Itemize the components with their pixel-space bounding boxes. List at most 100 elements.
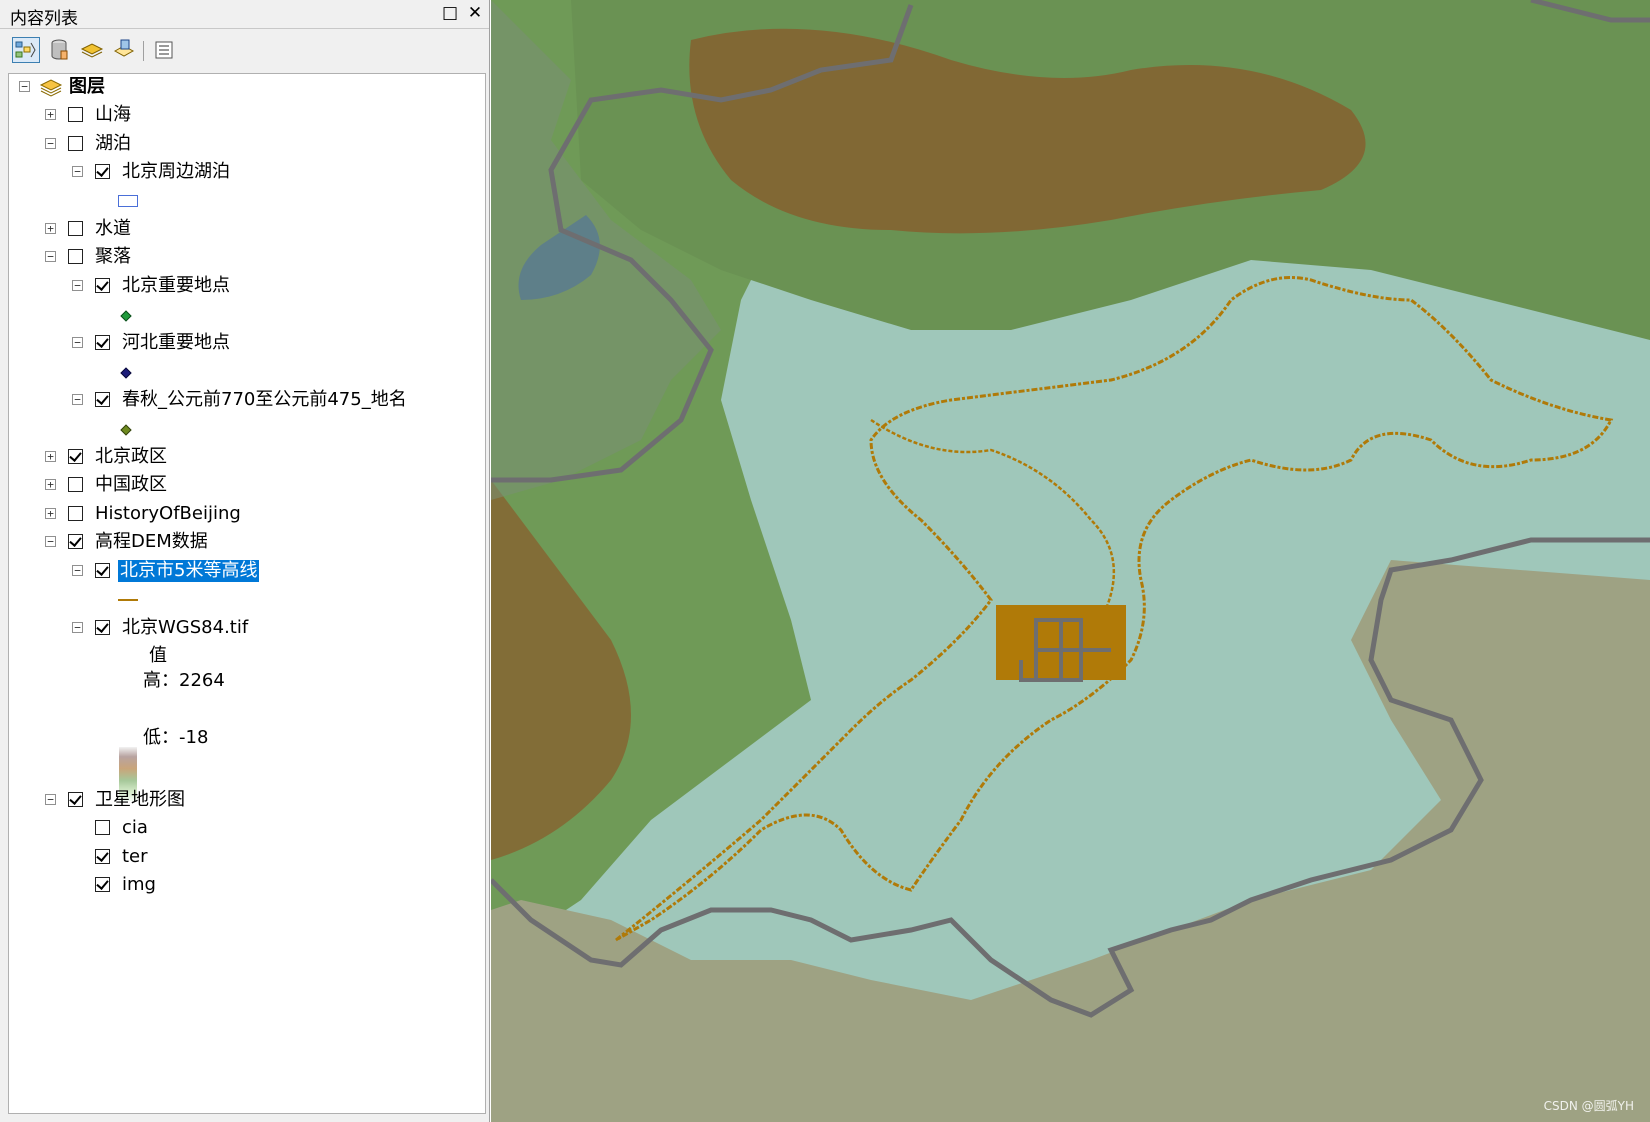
tree-row-beijing-lakes: − 北京周边湖泊: [9, 159, 485, 187]
tree-row-chunqiu: − 春秋_公元前770至公元前475_地名: [9, 387, 485, 415]
layer-label[interactable]: img: [120, 874, 158, 896]
tree-row-dem: − 高程DEM数据: [9, 529, 485, 557]
visibility-checkbox[interactable]: [68, 221, 83, 236]
point-symbol-icon: [120, 367, 132, 379]
layer-label[interactable]: ter: [120, 846, 150, 868]
panel-title: 内容列表: [10, 9, 78, 29]
tree-row-bj-places: − 北京重要地点: [9, 273, 485, 301]
layer-label[interactable]: 北京WGS84.tif: [120, 617, 250, 639]
layer-label[interactable]: 河北重要地点: [120, 332, 232, 354]
point-symbol-icon: [120, 424, 132, 436]
line-symbol-icon: [118, 599, 138, 601]
list-by-drawing-order-icon[interactable]: [12, 37, 40, 63]
collapse-icon[interactable]: −: [72, 394, 83, 405]
layer-label[interactable]: 湖泊: [93, 133, 133, 155]
visibility-checkbox[interactable]: [95, 278, 110, 293]
tree-row-contour: − 北京市5米等高线: [9, 558, 485, 586]
visibility-checkbox[interactable]: [95, 164, 110, 179]
toc-toolbar: [0, 29, 489, 71]
visibility-checkbox[interactable]: [68, 107, 83, 122]
list-by-source-icon[interactable]: [45, 37, 73, 63]
collapse-icon[interactable]: −: [72, 280, 83, 291]
expand-icon[interactable]: +: [45, 451, 56, 462]
visibility-checkbox[interactable]: [95, 620, 110, 635]
float-window-icon[interactable]: □: [440, 3, 460, 23]
tree-row-hupo: − 湖泊: [9, 131, 485, 159]
collapse-icon[interactable]: −: [72, 337, 83, 348]
tree-row-hb-places: − 河北重要地点: [9, 330, 485, 358]
tree-row-cn-district: + 中国政区: [9, 472, 485, 500]
visibility-checkbox[interactable]: [95, 392, 110, 407]
visibility-checkbox[interactable]: [68, 249, 83, 264]
map-canvas[interactable]: [491, 0, 1650, 1122]
list-by-selection-icon[interactable]: [110, 37, 138, 63]
map-view[interactable]: CSDN @圆弧YH: [491, 0, 1650, 1122]
visibility-checkbox[interactable]: [95, 820, 110, 835]
legend-row-high: 高：2264: [9, 668, 485, 696]
tree-row-img: img: [9, 872, 485, 900]
tree-row-bj-district: + 北京政区: [9, 444, 485, 472]
visibility-checkbox[interactable]: [68, 449, 83, 464]
layer-label-selected[interactable]: 北京市5米等高线: [118, 560, 260, 582]
collapse-icon[interactable]: −: [45, 138, 56, 149]
panel-title-bar: 内容列表 □ ✕: [0, 0, 489, 29]
layer-label[interactable]: 春秋_公元前770至公元前475_地名: [120, 389, 409, 411]
layer-label[interactable]: 中国政区: [93, 474, 169, 496]
toolbar-separator: [143, 41, 144, 61]
close-icon[interactable]: ✕: [465, 3, 485, 23]
legend-row-lake-symbol: [9, 187, 485, 215]
visibility-checkbox[interactable]: [68, 792, 83, 807]
expand-icon[interactable]: +: [45, 109, 56, 120]
layers-icon: [39, 77, 63, 101]
layer-label[interactable]: 北京重要地点: [120, 275, 232, 297]
options-icon[interactable]: [150, 37, 178, 63]
visibility-checkbox[interactable]: [68, 477, 83, 492]
polygon-symbol-icon: [118, 195, 138, 207]
expand-icon[interactable]: +: [45, 223, 56, 234]
point-symbol-icon: [120, 310, 132, 322]
layer-label[interactable]: cia: [120, 817, 150, 839]
collapse-icon[interactable]: −: [45, 251, 56, 262]
watermark-credit: CSDN @圆弧YH: [1543, 1099, 1634, 1113]
layers-root-label[interactable]: 图层: [67, 76, 107, 98]
visibility-checkbox[interactable]: [68, 506, 83, 521]
collapse-icon[interactable]: −: [72, 166, 83, 177]
tree-row-history: + HistoryOfBeijing: [9, 501, 485, 529]
legend-row-hb-places-symbol: [9, 358, 485, 386]
legend-value-header: 值: [149, 645, 167, 666]
layer-label[interactable]: 聚落: [93, 246, 133, 268]
visibility-checkbox[interactable]: [95, 563, 110, 578]
layer-label[interactable]: 卫星地形图: [93, 789, 187, 811]
layer-label[interactable]: 北京政区: [93, 446, 169, 468]
visibility-checkbox[interactable]: [95, 335, 110, 350]
layer-label[interactable]: 水道: [93, 218, 133, 240]
collapse-icon[interactable]: −: [19, 81, 30, 92]
tree-row-ter: ter: [9, 844, 485, 872]
tree-row-tif: − 北京WGS84.tif: [9, 615, 485, 643]
layer-label[interactable]: HistoryOfBeijing: [93, 503, 243, 525]
legend-row-bj-places-symbol: [9, 301, 485, 329]
layer-label[interactable]: 北京周边湖泊: [120, 161, 232, 183]
visibility-checkbox[interactable]: [68, 534, 83, 549]
layer-label[interactable]: 山海: [93, 104, 133, 126]
collapse-icon[interactable]: −: [45, 794, 56, 805]
legend-row-chunqiu-symbol: [9, 415, 485, 443]
legend-row-value-header: 值: [9, 643, 485, 671]
collapse-icon[interactable]: −: [72, 622, 83, 633]
expand-icon[interactable]: +: [45, 508, 56, 519]
tree-row-cia: cia: [9, 815, 485, 843]
tree-row-layers: − 图层: [9, 74, 485, 102]
visibility-checkbox[interactable]: [95, 849, 110, 864]
legend-high-label: 高：2264: [143, 670, 225, 691]
legend-row-low: 低：-18: [9, 725, 485, 753]
legend-row-contour-symbol: [9, 586, 485, 614]
list-by-visibility-icon[interactable]: [78, 37, 106, 63]
tree-row-shuidao: + 水道: [9, 216, 485, 244]
visibility-checkbox[interactable]: [68, 136, 83, 151]
legend-low-label: 低：-18: [143, 727, 209, 748]
collapse-icon[interactable]: −: [45, 536, 56, 547]
layer-label[interactable]: 高程DEM数据: [93, 531, 210, 553]
expand-icon[interactable]: +: [45, 479, 56, 490]
visibility-checkbox[interactable]: [95, 877, 110, 892]
collapse-icon[interactable]: −: [72, 565, 83, 576]
